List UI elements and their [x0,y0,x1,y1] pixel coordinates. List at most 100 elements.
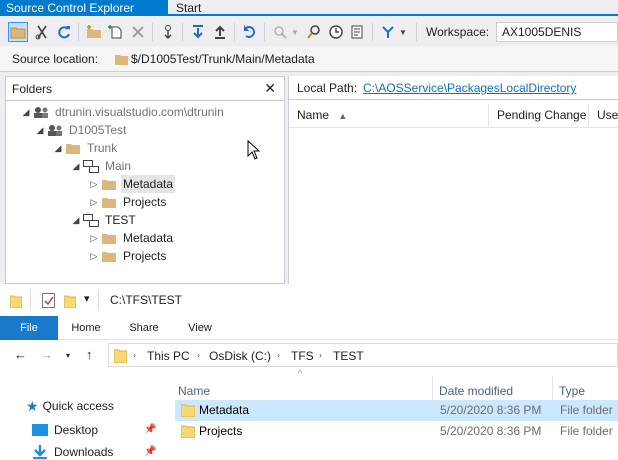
file-list: ^ Name Date modified Type Metadata 5/20/… [170,368,618,460]
customize-toolbar-icon[interactable]: ▾ [84,292,90,305]
nav-item-downloads[interactable]: Downloads [32,442,113,460]
check-out-button[interactable] [188,22,208,42]
expand-arrow-icon[interactable]: ▷ [88,229,100,247]
column-header-name[interactable]: Name [178,382,210,400]
nav-item-desktop[interactable]: Desktop [32,420,98,440]
breadcrumb-separator-icon[interactable]: › [277,350,280,360]
breadcrumb-osdisk[interactable]: OsDisk (C:) [209,349,271,363]
source-control-explorer-window: Source Control Explorer Start Page [0,0,618,284]
breadcrumb-test[interactable]: TEST [333,349,364,363]
expand-arrow-icon[interactable]: ▷ [88,193,100,211]
collapse-arrow-icon[interactable]: ◢ [70,157,82,175]
back-arrow-icon[interactable]: ← [14,347,27,362]
download-arrow-icon [193,25,203,39]
chevron-down-icon: ▼ [291,27,299,37]
address-bar[interactable]: › This PC › OsDisk (C:) › TFS › TEST [108,343,618,367]
quick-access-toolbar: ▾ C:\TFS\TEST [0,284,618,316]
column-header-user[interactable]: User [589,104,618,126]
nav-item-quick-access[interactable]: ★ Quick access [26,396,114,416]
collapse-arrow-icon[interactable]: ◢ [34,121,46,139]
show-deleted-button[interactable] [32,22,52,42]
find-icon [307,25,320,39]
branching-dropdown[interactable]: ▼ [398,22,408,42]
file-row-projects[interactable]: Projects 5/20/2020 8:36 PM File folder [175,421,618,442]
undo-button[interactable] [240,22,260,42]
new-folder-button[interactable] [84,22,104,42]
branching-button[interactable] [378,22,398,42]
get-latest-button[interactable] [158,22,178,42]
check-in-button[interactable] [210,22,230,42]
forward-arrow-icon[interactable]: → [40,347,53,362]
source-location-path[interactable]: $/D1005Test/Trunk/Main/Metadata [131,52,315,66]
expand-arrow-icon[interactable]: ▷ [88,247,100,265]
refresh-icon [58,26,70,39]
collapse-arrow-icon[interactable]: ◢ [70,211,82,229]
tab-file[interactable]: File [0,316,58,340]
breadcrumb-tfs[interactable]: TFS [291,349,314,363]
delete-button[interactable] [128,22,148,42]
compare-dropdown[interactable]: ▼ [290,22,300,42]
folder-icon [100,177,118,191]
file-date-modified: 5/20/2020 8:36 PM [440,403,542,417]
folders-toggle-button[interactable] [8,22,28,42]
folder-icon [181,425,195,438]
breadcrumb-this-pc[interactable]: This PC [147,349,190,363]
tree-node[interactable]: ▷ Projects [88,193,168,211]
items-pane: Local Path: C:\AOSService\PackagesLocalD… [288,76,618,284]
tab-start-page[interactable]: Start Page [170,0,238,31]
collapse-arrow-icon[interactable]: ◢ [52,139,64,157]
toolbar-separator [264,23,265,41]
column-header-date-modified[interactable]: Date modified [439,382,513,400]
add-items-button[interactable] [106,22,126,42]
tab-share[interactable]: Share [122,316,166,340]
breadcrumb-separator-icon[interactable]: › [133,350,136,360]
breadcrumb-separator-icon[interactable]: › [319,350,322,360]
recent-locations-chevron-icon[interactable]: ▾ [66,351,70,360]
star-icon: ★ [26,398,39,414]
pin-icon[interactable]: 📌 [144,424,156,435]
tree-node[interactable]: ▷ Metadata [88,229,175,247]
collapse-arrow-icon[interactable]: ◢ [20,103,32,121]
up-arrow-icon[interactable]: ↑ [86,347,93,362]
tree-node[interactable]: ▷ Metadata [88,175,176,193]
breadcrumb-separator-icon[interactable]: › [197,350,200,360]
tree-node[interactable]: ◢ Main [70,157,133,175]
scissors-icon [35,25,47,40]
tree-node[interactable]: ◢ TEST [70,211,138,229]
navigation-pane: ★ Quick access Desktop 📌 Downloads 📌 [0,376,170,460]
workspace-dropdown[interactable]: AX1005DENIS [496,22,618,42]
column-header-pending-change[interactable]: Pending Change [489,104,589,126]
tree-node[interactable]: ◢ Trunk [52,139,119,157]
file-type: File folder [560,403,613,417]
column-header-type[interactable]: Type [559,382,585,400]
tab-home[interactable]: Home [64,316,108,340]
find-button[interactable] [304,22,324,42]
expand-arrow-icon[interactable]: ▷ [88,175,100,193]
branch-icon [82,213,100,227]
tree-node[interactable]: ◢ dtrunin.visualstudio.com\dtrunin [20,103,226,121]
column-header-name[interactable]: Name ▲ [289,104,489,126]
annotate-icon [351,25,363,39]
local-path-link[interactable]: C:\AOSService\PackagesLocalDirectory [363,81,576,95]
refresh-button[interactable] [54,22,74,42]
close-icon[interactable]: ✕ [264,80,276,97]
tree-node-label: Metadata [123,231,174,245]
tree-node-label: Trunk [87,141,118,155]
toolbar-separator [30,290,31,310]
annotate-button[interactable] [348,22,368,42]
file-row-metadata[interactable]: Metadata 5/20/2020 8:36 PM File folder [175,400,618,421]
team-server-icon [32,105,50,119]
history-button[interactable] [326,22,346,42]
folder-icon [100,249,118,263]
tab-view[interactable]: View [178,316,222,340]
new-folder-icon[interactable] [64,294,76,308]
pin-icon[interactable]: 📌 [144,446,156,457]
local-path-bar: Local Path: C:\AOSService\PackagesLocalD… [289,76,618,100]
properties-icon[interactable] [42,293,55,308]
ribbon-tabs: File Home Share View [0,316,618,340]
tree-node[interactable]: ▷ Projects [88,247,168,265]
team-project-icon [46,123,64,137]
compare-button[interactable] [270,22,290,42]
tab-source-control-explorer[interactable]: Source Control Explorer [0,0,168,16]
tree-node[interactable]: ◢ D1005Test [34,121,128,139]
